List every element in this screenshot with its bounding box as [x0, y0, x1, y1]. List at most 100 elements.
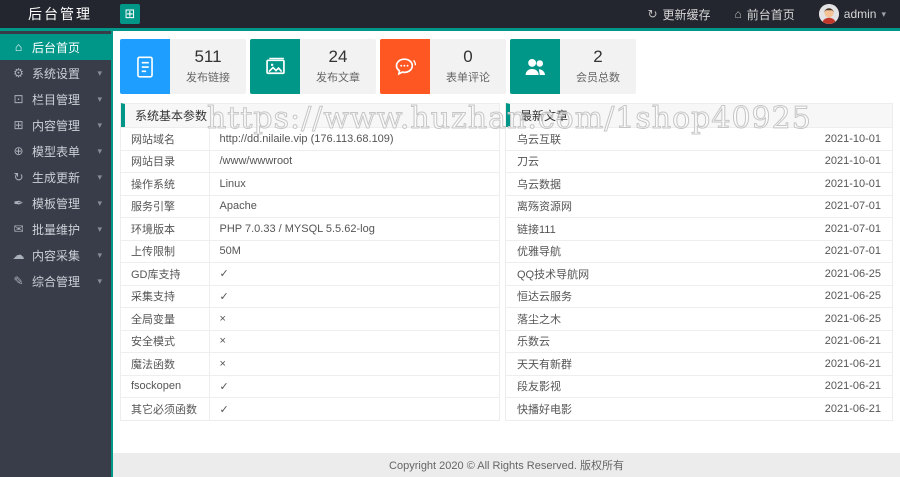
article-link[interactable]: 乌云互联: [517, 131, 561, 147]
sidebar-item-batch-maintenance[interactable]: ✉ 批量维护 ▾: [0, 216, 111, 242]
front-home-button[interactable]: ⌂ 前台首页: [735, 6, 795, 23]
article-link[interactable]: 乐数云: [517, 333, 550, 349]
cloud-icon: ☁: [12, 248, 25, 262]
username: admin: [843, 7, 877, 21]
article-date: 2021-07-01: [824, 245, 881, 258]
sidebar-item-label: 生成更新: [32, 170, 81, 185]
article-row: 恒达云服务 2021-06-25: [506, 284, 892, 308]
update-cache-button[interactable]: ↻ 更新缓存: [647, 6, 710, 23]
table-row: 环境版本 PHP 7.0.33 / MYSQL 5.5.62-log: [121, 217, 499, 240]
sidebar: ⌂ 后台首页 ⚙ 系统设置 ▾ ⊡ 栏目管理 ▾ ⊞ 内容管理 ▾ ⊕ 模型表单…: [0, 31, 113, 477]
article-row: QQ技术导航网 2021-06-25: [506, 262, 892, 285]
article-link[interactable]: 快播好电影: [517, 401, 572, 417]
users-icon: [510, 39, 560, 94]
article-link[interactable]: 离殇资源网: [517, 198, 572, 214]
sidebar-item-label: 综合管理: [32, 274, 81, 289]
sidebar-item-model-forms[interactable]: ⊕ 模型表单 ▾: [0, 138, 111, 164]
article-row: 快播好电影 2021-06-21: [506, 397, 892, 420]
sidebar-item-template-management[interactable]: ✒ 模板管理 ▾: [0, 190, 111, 216]
article-date: 2021-07-01: [824, 200, 881, 213]
article-link[interactable]: 落尘之木: [517, 311, 561, 327]
apps-icon: ⊞: [13, 118, 24, 132]
article-link[interactable]: 天天有新群: [517, 356, 572, 372]
document-icon: [120, 39, 170, 94]
main-content: 511 发布链接 24 发布文章 0 表单评论 2 会员总数 系统基本参数 网站…: [113, 31, 900, 477]
table-row: 操作系统 Linux: [121, 172, 499, 195]
sidebar-item-generate-update[interactable]: ↻ 生成更新 ▾: [0, 164, 111, 190]
article-date: 2021-06-25: [824, 267, 881, 280]
sidebar-item-label: 批量维护: [32, 222, 81, 237]
update-cache-label: 更新缓存: [662, 7, 711, 22]
sidebar-item-content-management[interactable]: ⊞ 内容管理 ▾: [0, 112, 111, 138]
system-params-panel: 系统基本参数 网站域名 http://dd.nilaile.vip (176.11…: [120, 103, 500, 421]
article-link[interactable]: QQ技术导航网: [517, 266, 589, 282]
monitor-icon: ⊡: [13, 92, 24, 106]
refresh-icon: ↻: [647, 7, 658, 21]
article-link[interactable]: 链接111: [517, 221, 556, 237]
article-row: 优雅导航 2021-07-01: [506, 239, 892, 263]
image-icon: [250, 39, 300, 94]
stat-value: 2: [593, 46, 603, 66]
stat-label: 发布文章: [316, 72, 360, 85]
article-link[interactable]: 乌云数据: [517, 176, 561, 192]
article-link[interactable]: 恒达云服务: [517, 288, 572, 304]
sidebar-item-label: 模型表单: [32, 144, 81, 159]
article-link[interactable]: 段友影视: [517, 378, 561, 394]
home-icon: ⌂: [734, 7, 742, 21]
article-link[interactable]: 刀云: [517, 153, 539, 169]
sidebar-item-label: 栏目管理: [32, 92, 81, 107]
sidebar-item-label: 模板管理: [32, 196, 81, 211]
user-menu[interactable]: admin ▾: [818, 4, 886, 24]
table-row: 网站目录/www/wwwroot: [121, 149, 499, 173]
article-row: 乌云互联 2021-10-01: [506, 127, 892, 150]
globe-icon: ⊕: [13, 144, 24, 158]
stat-label: 表单评论: [446, 72, 490, 85]
table-row: 服务引擎 Apache: [121, 194, 499, 218]
gear-icon: ⚙: [13, 66, 24, 80]
article-row: 离殇资源网 2021-07-01: [506, 194, 892, 218]
stat-value: 0: [463, 46, 473, 66]
article-date: 2021-06-21: [824, 335, 881, 348]
article-row: 乌云数据 2021-10-01: [506, 172, 892, 195]
sidebar-item-column-management[interactable]: ⊡ 栏目管理 ▾: [0, 86, 111, 112]
stat-cards: 511 发布链接 24 发布文章 0 表单评论 2 会员总数: [120, 39, 893, 94]
article-link[interactable]: 优雅导航: [517, 243, 561, 259]
sidebar-item-content-collection[interactable]: ☁ 内容采集 ▾: [0, 242, 111, 268]
sidebar-item-label: 内容采集: [32, 248, 81, 263]
stat-card-articles: 24 发布文章: [250, 39, 376, 94]
table-row: 网站域名 http://dd.nilaile.vip (176.113.68.10…: [121, 127, 499, 150]
chevron-down-icon: ▾: [97, 119, 102, 130]
article-date: 2021-10-01: [824, 132, 881, 145]
pencil-icon: ✎: [13, 274, 24, 288]
sidebar-item-label: 内容管理: [32, 118, 81, 133]
chevron-down-icon: ▾: [97, 197, 102, 208]
collapse-sidebar-button[interactable]: ⊞: [120, 4, 140, 24]
article-row: 天天有新群 2021-06-21: [506, 352, 892, 375]
chevron-down-icon: ▾: [97, 249, 102, 260]
article-date: 2021-07-01: [824, 222, 881, 235]
sidebar-item-system-settings[interactable]: ⚙ 系统设置 ▾: [0, 60, 111, 86]
copyright-footer: Copyright 2020 © All Rights Reserved. 版权…: [113, 453, 900, 477]
table-row: 全局变量 ×: [121, 307, 499, 330]
chevron-down-icon: ▾: [97, 171, 102, 182]
table-row: fsockopen ✓: [121, 374, 499, 398]
panel-title-system-params: 系统基本参数: [121, 103, 499, 127]
article-row: 落尘之木 2021-06-25: [506, 307, 892, 330]
article-date: 2021-06-25: [824, 290, 881, 303]
stat-card-comments: 0 表单评论: [380, 39, 506, 94]
avatar: [818, 4, 839, 24]
sidebar-item-label: 后台首页: [32, 40, 81, 55]
sidebar-item-dashboard[interactable]: ⌂ 后台首页: [0, 34, 111, 60]
article-date: 2021-06-21: [824, 357, 881, 370]
table-row: 采集支持 ✓: [121, 284, 499, 308]
chevron-down-icon: ▾: [97, 275, 102, 286]
envelope-icon: ✉: [13, 222, 24, 236]
topbar: 后台管理 ⊞ ↻ 更新缓存 ⌂ 前台首页 admin ▾: [0, 0, 900, 28]
chevron-down-icon: ▾: [97, 223, 102, 234]
chevron-down-icon: ▾: [97, 67, 102, 78]
pen-nib-icon: ✒: [13, 196, 24, 210]
home-icon: ⌂: [14, 40, 23, 54]
sidebar-item-general-management[interactable]: ✎ 综合管理 ▾: [0, 268, 111, 294]
table-row: 其它必须函数 ✓: [121, 397, 499, 420]
article-date: 2021-06-21: [824, 380, 881, 393]
